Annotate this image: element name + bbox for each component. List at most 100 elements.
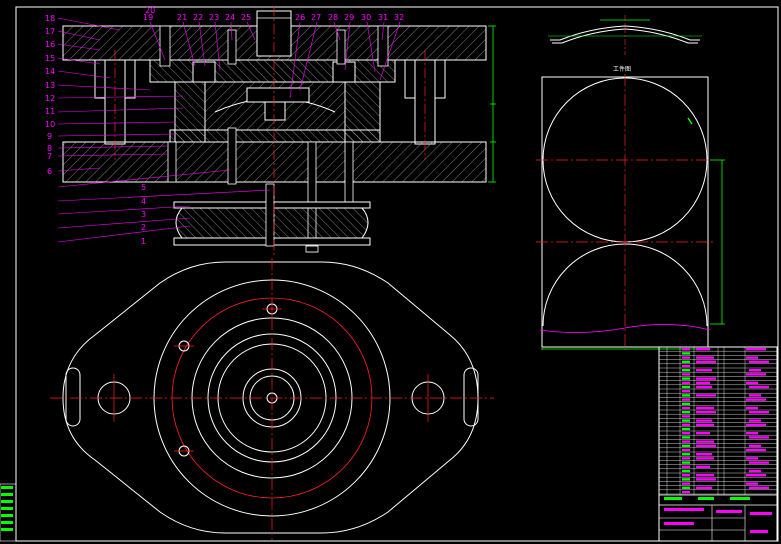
title-block-text [664,497,682,500]
part-label-31: 31 [378,13,388,22]
part-label-26: 26 [295,13,305,22]
bom-text-block [696,348,710,351]
bom-text-block [749,486,769,489]
part-label-6: 6 [47,167,52,176]
bom-text-block [682,482,690,485]
workpiece-view: 工件图 [548,15,702,73]
title-block-text [750,512,772,515]
part-label-11: 11 [45,107,55,116]
bom-text-block [746,423,766,426]
part-label-1: 1 [141,237,146,246]
section-view [62,6,496,255]
bom-text-block [746,448,766,452]
bom-text-block [682,360,690,363]
part-label-32: 32 [394,13,404,22]
bom-text-block [682,381,690,384]
bom-text-block [682,369,690,372]
bom-text-block [749,394,761,397]
flange-outline [62,261,479,534]
bom-text-block [682,411,690,414]
title-block-text [698,497,714,500]
part-label-15: 15 [45,54,55,63]
bom-text-block [696,478,716,481]
bom-text-block [746,432,758,435]
bom-text-block [682,465,690,468]
bom-text-block [746,356,758,359]
title-block-text [664,522,694,525]
bom-text-block [696,419,712,422]
part-label-30: 30 [361,13,371,22]
bom-text-block [682,398,690,401]
bom-text-block [682,457,690,460]
title-block [658,346,778,542]
bom-text-block [746,398,766,401]
bom-text-block [682,373,690,376]
cad-drawing: 1 2 3 4 5 6 7 8 9 10 11 12 13 14 15 16 1… [0,6,779,542]
bom-text-block [682,348,690,351]
bom-text-block [682,486,690,489]
bom-text-block [696,394,716,397]
bom-text-block [749,411,769,414]
part-label-9: 9 [47,132,52,141]
part-label-28: 28 [328,13,338,22]
bom-text-block [682,352,690,355]
bom-text-block [746,406,758,410]
part-label-17: 17 [45,27,55,36]
title-block-text [664,508,704,511]
part-label-5: 5 [141,183,146,192]
bom-text-block [682,356,690,359]
bom-text-block [696,457,714,460]
bom-text-block [696,369,712,372]
part-label-16: 16 [45,40,55,49]
bom-text-block [696,432,710,435]
bom-text-block [749,444,761,447]
part-label-13: 13 [45,81,55,90]
bom-text-block [682,364,690,368]
bom-text-block [682,461,690,464]
bom-text-block [749,385,769,389]
part-label-18: 18 [45,14,55,23]
bom-text-block [696,381,710,384]
bom-text-block [749,369,761,372]
lower-die-plate [62,141,487,183]
title-block-text [716,510,742,513]
bom-text-block [749,436,769,439]
bom-text-block [696,474,714,477]
part-label-22: 22 [193,13,203,22]
part-label-4: 4 [141,197,146,206]
bom-text-block [682,423,690,426]
bom-text-block [696,423,714,426]
bom-text-block [682,440,690,443]
bom-text-block [682,444,690,447]
part-label-3: 3 [141,210,146,219]
part-label-10: 10 [45,120,55,129]
bom-text-block [746,348,766,351]
bom-text-block [682,385,690,389]
bom-text-block [696,453,712,456]
part-label-12: 12 [45,94,55,103]
bom-text-block [682,427,690,431]
part-label-14: 14 [45,67,55,76]
bom-text-block [746,474,766,477]
bom-text-block [682,419,690,422]
plan-view [50,258,494,540]
bom-text-block [696,440,714,443]
bom-text-block [696,385,712,389]
bom-text-block [696,465,710,468]
bom-text-block [696,406,714,410]
part-label-21: 21 [177,13,187,22]
bom-text-block [682,402,690,405]
bom-text-block [682,432,690,435]
bom-text-block [682,436,690,439]
bom-text-block [746,482,758,485]
title-block-text [750,530,768,533]
bom-text-block [696,411,716,414]
part-label-29: 29 [344,13,354,22]
bom-text-block [682,490,690,494]
bom-text-block [696,486,712,489]
bom-text-block [749,419,761,422]
bom-text-block [696,360,716,363]
part-label-23: 23 [209,13,219,22]
bom-text-block [682,394,690,397]
bom-text-block [682,390,690,393]
